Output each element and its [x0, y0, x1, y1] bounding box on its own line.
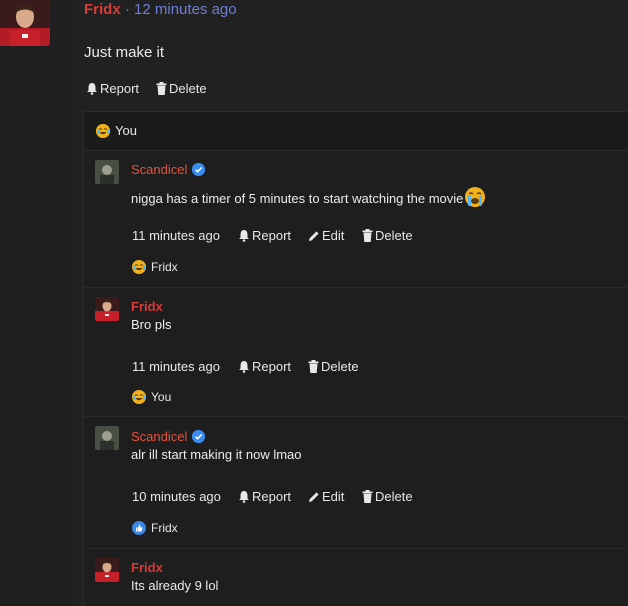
reaction-label: Fridx	[151, 260, 178, 274]
reply-text: Its already 9 lol	[131, 578, 219, 593]
edit-label: Edit	[322, 489, 345, 504]
delete-button[interactable]: Delete	[362, 489, 413, 504]
avatar[interactable]	[95, 558, 119, 582]
trash-icon	[308, 360, 319, 373]
report-button[interactable]: Report	[238, 489, 291, 504]
delete-button[interactable]: Delete	[308, 359, 359, 374]
reply-reaction[interactable]: Fridx	[132, 260, 178, 274]
reply-time[interactable]: 11 minutes ago	[132, 228, 220, 243]
reply-author[interactable]: Scandicel	[131, 162, 206, 177]
post-header: Fridx · 12 minutes ago	[84, 1, 237, 18]
bell-icon	[87, 83, 97, 95]
bell-icon	[239, 491, 249, 503]
joy-emoji-icon	[96, 123, 110, 138]
thumbs-up-emoji-icon	[132, 521, 146, 535]
reaction-summary[interactable]: You	[96, 123, 137, 138]
pencil-icon	[309, 230, 319, 241]
report-label: Report	[252, 489, 292, 504]
trash-icon	[362, 229, 373, 242]
post-time[interactable]: 12 minutes ago	[134, 1, 237, 18]
bell-icon	[239, 361, 249, 373]
author-name[interactable]: Fridx	[131, 299, 163, 314]
reply-item	[84, 548, 628, 606]
delete-label: Delete	[321, 359, 359, 374]
avatar[interactable]	[95, 297, 119, 321]
pencil-icon	[309, 491, 319, 502]
separator: ·	[124, 1, 130, 18]
reply-text: Bro pls	[131, 317, 172, 332]
report-button[interactable]: Report	[238, 228, 291, 243]
author-name: Scandicel	[131, 429, 188, 444]
report-label: Report	[252, 359, 292, 374]
reaction-label: You	[151, 390, 172, 404]
verified-icon	[192, 163, 206, 176]
report-label: Report	[100, 81, 140, 96]
author-name[interactable]: Fridx	[84, 1, 121, 18]
reaction-label: You	[115, 123, 137, 138]
delete-button[interactable]: Delete	[156, 81, 207, 96]
joy-emoji-icon	[132, 260, 146, 274]
avatar[interactable]	[0, 0, 50, 46]
trash-icon	[362, 490, 373, 503]
author-name[interactable]: Fridx	[131, 560, 163, 575]
crying-emoji-icon	[464, 186, 486, 211]
verified-icon	[192, 430, 206, 443]
delete-button[interactable]: Delete	[362, 228, 413, 243]
post-text: Just make it	[84, 44, 165, 61]
report-button[interactable]: Report	[86, 81, 139, 96]
reply-time[interactable]: 10 minutes ago	[132, 489, 221, 504]
trash-icon	[156, 82, 167, 95]
reply-text-content: nigga has a timer of 5 minutes to start …	[131, 191, 464, 206]
reply-time[interactable]: 11 minutes ago	[132, 359, 220, 374]
delete-label: Delete	[169, 81, 207, 96]
report-label: Report	[252, 228, 292, 243]
reply-text: nigga has a timer of 5 minutes to start …	[131, 186, 486, 211]
delete-label: Delete	[375, 228, 413, 243]
avatar[interactable]	[95, 426, 119, 450]
report-button[interactable]: Report	[238, 359, 291, 374]
reply-text: alr ill start making it now lmao	[131, 447, 302, 462]
reply-reaction[interactable]: You	[132, 390, 171, 404]
author-name: Scandicel	[131, 162, 188, 177]
avatar[interactable]	[95, 160, 119, 184]
reaction-label: Fridx	[151, 521, 178, 535]
bell-icon	[239, 230, 249, 242]
reply-reaction[interactable]: Fridx	[132, 521, 178, 535]
reply-author[interactable]: Scandicel	[131, 429, 206, 444]
edit-button[interactable]: Edit	[308, 489, 344, 504]
edit-button[interactable]: Edit	[308, 228, 344, 243]
joy-emoji-icon	[132, 390, 146, 404]
delete-label: Delete	[375, 489, 413, 504]
edit-label: Edit	[322, 228, 345, 243]
